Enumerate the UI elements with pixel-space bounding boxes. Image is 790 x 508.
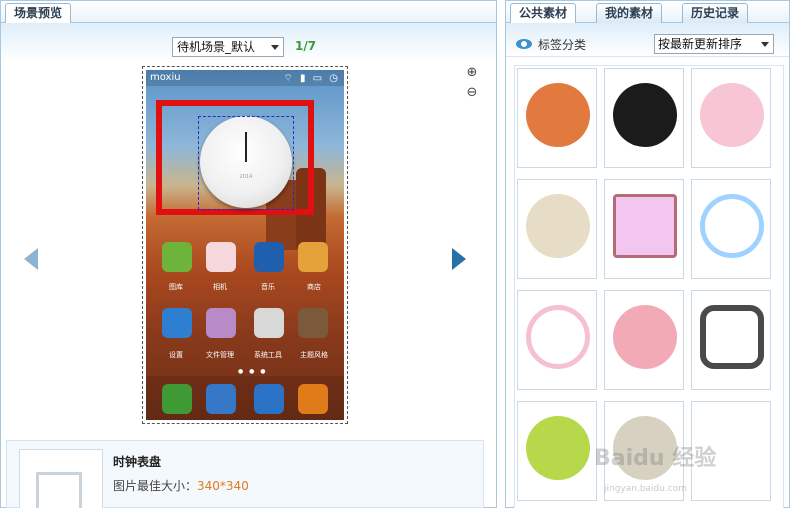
material-item[interactable] bbox=[691, 290, 771, 390]
settings-app-icon[interactable] bbox=[162, 308, 192, 338]
thumbnail-placeholder bbox=[36, 472, 82, 508]
eye-icon[interactable] bbox=[516, 39, 532, 49]
camera-app-icon[interactable] bbox=[206, 242, 236, 272]
music-app-icon[interactable] bbox=[254, 242, 284, 272]
material-library-panel: 公共素材 我的素材 历史记录 标签分类 按最新更新排序 bbox=[505, 0, 790, 508]
tab-my-materials[interactable]: 我的素材 bbox=[596, 3, 663, 23]
system-tools-app-icon[interactable] bbox=[254, 308, 284, 338]
right-header: 标签分类 按最新更新排序 bbox=[506, 23, 789, 57]
sort-select[interactable]: 按最新更新排序 bbox=[654, 34, 774, 54]
messages-app-icon[interactable] bbox=[298, 384, 328, 414]
page-dots: ● ● ● bbox=[238, 368, 268, 375]
material-title: 时钟表盘 bbox=[113, 455, 162, 469]
left-tabbar: 场景预览 bbox=[1, 1, 496, 24]
zoom-out-icon[interactable]: ⊖ bbox=[464, 86, 480, 102]
gallery-app-icon[interactable] bbox=[162, 242, 192, 272]
app-label: 商店 bbox=[307, 283, 321, 291]
pink-square-clock-icon bbox=[613, 194, 677, 258]
music-clock-icon bbox=[700, 83, 764, 147]
scene-select[interactable]: 待机场景_默认 bbox=[172, 37, 284, 57]
app-label: 相机 bbox=[213, 283, 227, 291]
file-manager-app-icon[interactable] bbox=[206, 308, 236, 338]
sort-select-value: 按最新更新排序 bbox=[658, 37, 743, 51]
phone-preview: moxiu ⌔ ▮ ▭ ◷ 2014 图库 相机 音乐 商店 设置 文件管理 系… bbox=[146, 70, 344, 420]
tag-category-label[interactable]: 标签分类 bbox=[538, 36, 586, 53]
phone-statusbar: moxiu ⌔ ▮ ▭ ◷ bbox=[146, 70, 344, 86]
browser-app-icon[interactable] bbox=[254, 384, 284, 414]
app-label: 音乐 bbox=[261, 283, 275, 291]
phone-dock bbox=[146, 376, 344, 420]
app-label: 主题风格 bbox=[300, 351, 328, 359]
theme-style-app-icon[interactable] bbox=[298, 308, 328, 338]
material-item[interactable] bbox=[517, 179, 597, 279]
heart-ring-clock-icon bbox=[526, 305, 590, 369]
chevron-down-icon bbox=[761, 42, 769, 47]
chevron-down-icon bbox=[271, 45, 279, 50]
page-indicator: 1/7 bbox=[295, 39, 317, 53]
zoom-in-icon[interactable]: ⊕ bbox=[464, 66, 480, 82]
orange-clock-icon bbox=[526, 83, 590, 147]
watermark-sub: jingyan.baidu.com bbox=[604, 484, 688, 494]
contacts-app-icon[interactable] bbox=[206, 384, 236, 414]
app-root: 场景预览 待机场景_默认 1/7 ⊕ ⊖ moxiu ⌔ ▮ ▭ ◷ 2014 … bbox=[0, 0, 790, 508]
next-arrow-icon[interactable] bbox=[452, 248, 466, 270]
material-size-label: 图片最佳大小： bbox=[113, 479, 198, 493]
tab-public-materials[interactable]: 公共素材 bbox=[510, 3, 577, 24]
material-size-value: 340*340 bbox=[197, 479, 249, 493]
phone-brand: moxiu bbox=[150, 72, 181, 83]
widget-bounding-box bbox=[198, 116, 294, 210]
watermark: Baidu 经验 bbox=[594, 446, 717, 471]
material-item[interactable] bbox=[517, 401, 597, 501]
app-label: 图库 bbox=[169, 283, 183, 291]
tab-history[interactable]: 历史记录 bbox=[682, 3, 749, 23]
blue-ring-clock-icon bbox=[700, 194, 764, 258]
beige-clock-icon bbox=[526, 194, 590, 258]
green-clock-icon bbox=[526, 416, 590, 480]
dragonfly-clock-icon bbox=[613, 305, 677, 369]
dark-frame-clock-icon bbox=[700, 305, 764, 369]
material-item[interactable] bbox=[604, 68, 684, 168]
material-item[interactable] bbox=[517, 68, 597, 168]
material-item[interactable] bbox=[517, 290, 597, 390]
previous-arrow-icon[interactable] bbox=[24, 248, 38, 270]
material-item[interactable] bbox=[604, 179, 684, 279]
app-label: 设置 bbox=[169, 351, 183, 359]
right-tabbar: 公共素材 我的素材 历史记录 bbox=[506, 1, 789, 24]
material-item[interactable] bbox=[691, 179, 771, 279]
tab-scene-preview[interactable]: 场景预览 bbox=[5, 3, 72, 24]
status-icons: ⌔ ▮ ▭ ◷ bbox=[283, 73, 340, 84]
material-item[interactable] bbox=[604, 290, 684, 390]
phone-app-icon[interactable] bbox=[162, 384, 192, 414]
material-item[interactable] bbox=[691, 68, 771, 168]
scene-select-value: 待机场景_默认 bbox=[177, 40, 256, 54]
material-size: 图片最佳大小：340*340 bbox=[113, 477, 249, 494]
app-label: 文件管理 bbox=[206, 351, 234, 359]
material-detail-panel: 时钟表盘 图片最佳大小：340*340 bbox=[6, 440, 484, 508]
app-label: 系统工具 bbox=[254, 351, 282, 359]
black-clock-icon bbox=[613, 83, 677, 147]
store-app-icon[interactable] bbox=[298, 242, 328, 272]
material-thumbnail bbox=[19, 449, 103, 508]
